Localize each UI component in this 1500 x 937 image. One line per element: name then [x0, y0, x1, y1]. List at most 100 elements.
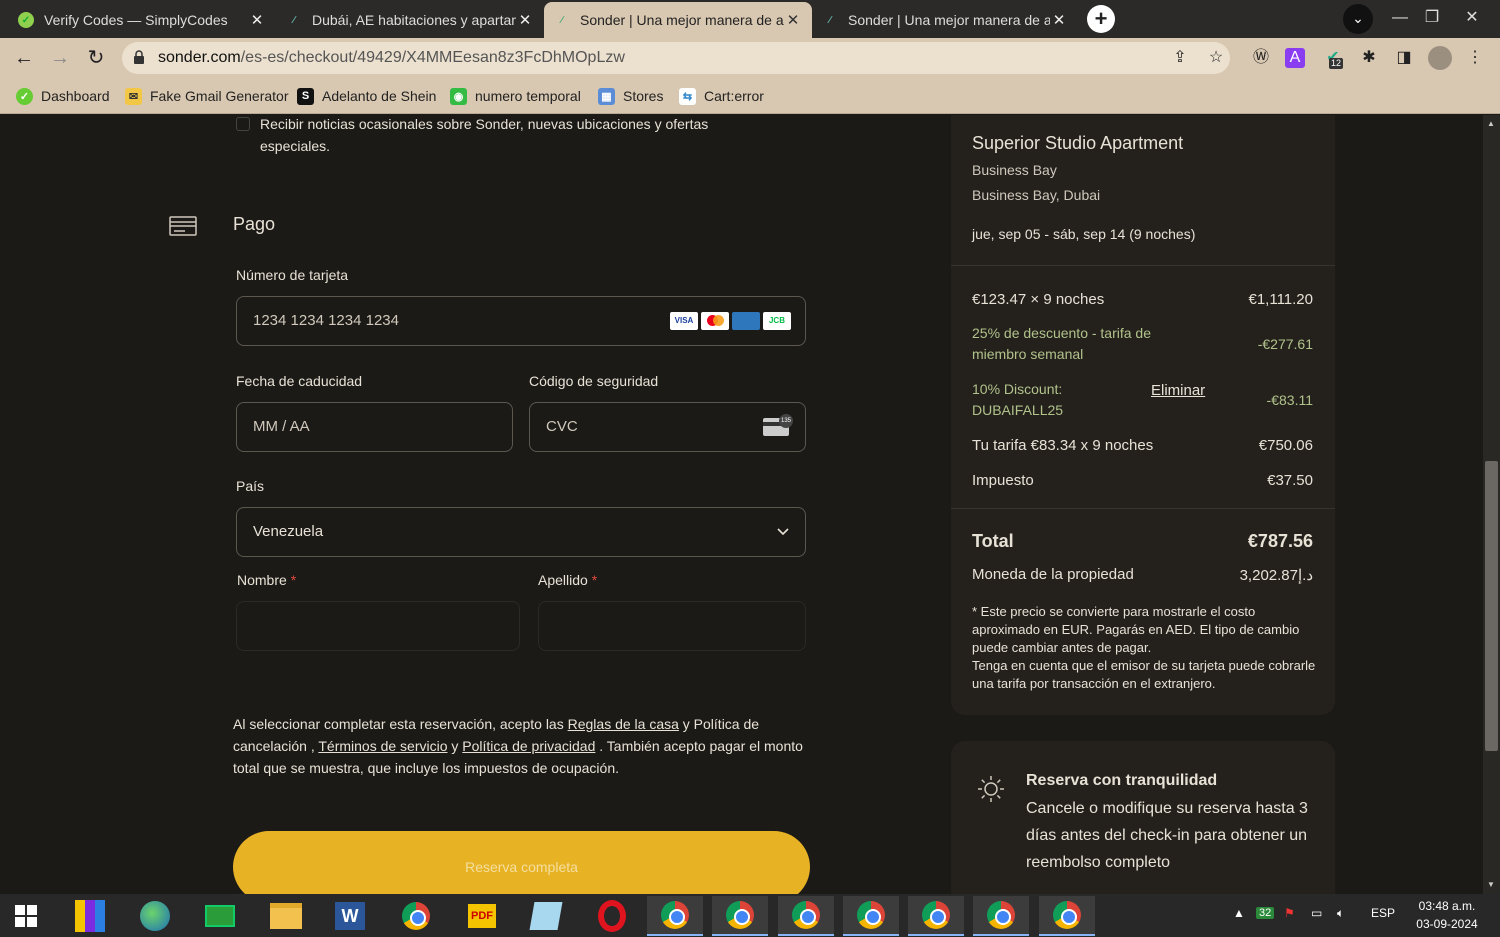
rate-row: Tu tarifa €83.34 x 9 noches €750.06: [972, 437, 1313, 454]
country-select[interactable]: Venezuela: [236, 507, 806, 557]
close-window-icon[interactable]: ✕: [1452, 0, 1492, 38]
tab-simplycodes[interactable]: ✓ Verify Codes — SimplyCodes ✕: [8, 2, 276, 38]
bookmark-shein[interactable]: S Adelanto de Shein: [297, 85, 436, 107]
tab-sonder[interactable]: ∕ Sonder | Una mejor manera de al ✕: [812, 2, 1078, 38]
browser-toolbar: ← → ↻ sonder.com/es-es/checkout/49429/X4…: [0, 38, 1500, 78]
chrome-window-3[interactable]: [778, 896, 834, 936]
extensions-puzzle-icon[interactable]: ✱: [1357, 46, 1381, 70]
remove-code-link[interactable]: Eliminar: [1151, 380, 1205, 401]
discount-row: 25% de descuento - tarifa de miembro sem…: [972, 325, 1313, 362]
order-summary: Superior Studio Apartment Business Bay B…: [951, 115, 1335, 715]
card-number-input[interactable]: 1234 1234 1234 1234 VISA JCB: [236, 296, 806, 346]
clock[interactable]: 03:48 a.m. 03-09-2024: [1409, 899, 1485, 931]
app-books-icon[interactable]: [62, 896, 118, 936]
close-icon[interactable]: ✕: [248, 11, 266, 29]
first-name-input[interactable]: [236, 601, 520, 651]
pdf-icon[interactable]: PDF: [454, 896, 510, 936]
tab-sonder-active[interactable]: ∕ Sonder | Una mejor manera de al ✕: [544, 2, 812, 38]
house-rules-link[interactable]: Reglas de la casa: [568, 716, 679, 732]
cvc-input[interactable]: CVC 135: [529, 402, 806, 452]
word-icon[interactable]: W: [322, 896, 378, 936]
restore-icon[interactable]: ❐: [1414, 0, 1450, 38]
extension-badge: 12: [1329, 58, 1344, 69]
star-icon[interactable]: ☆: [1204, 46, 1228, 70]
file-explorer-icon[interactable]: [258, 896, 314, 936]
bookmark-cart-error[interactable]: ⇆ Cart:error: [679, 85, 764, 107]
bookmark-numero-temporal[interactable]: ◉ numero temporal: [450, 85, 581, 107]
windows-logo-icon: [15, 905, 37, 927]
card-number-label: Número de tarjeta: [236, 267, 349, 283]
terms-of-service-link[interactable]: Términos de servicio: [318, 738, 447, 754]
chrome-icon[interactable]: [388, 896, 444, 936]
network-icon[interactable]: ▭: [1311, 906, 1322, 920]
bookmark-stores[interactable]: ▦ Stores: [598, 85, 663, 107]
shein-icon: S: [297, 87, 314, 105]
side-panel-icon[interactable]: ◨: [1392, 46, 1416, 70]
close-icon[interactable]: ✕: [784, 11, 802, 29]
shield-extension-icon[interactable]: ✔12: [1321, 46, 1345, 70]
bookmark-dashboard[interactable]: ✓ Dashboard: [16, 85, 110, 107]
close-icon[interactable]: ✕: [1050, 11, 1068, 29]
tray-notification-badge[interactable]: 32: [1256, 907, 1275, 919]
address-bar[interactable]: sonder.com/es-es/checkout/49429/X4MMEesa…: [122, 42, 1230, 74]
tray-chevron-icon[interactable]: ▲: [1233, 906, 1245, 920]
nightly-row: €123.47 × 9 noches €1,111.20: [972, 291, 1313, 308]
back-icon[interactable]: ←: [11, 45, 37, 71]
extension-a-icon[interactable]: A: [1285, 48, 1305, 68]
page-scrollbar[interactable]: ▲ ▼: [1483, 115, 1500, 894]
app-globe-icon[interactable]: [127, 896, 183, 936]
notepad-icon[interactable]: [518, 896, 574, 936]
reload-icon[interactable]: ↻: [83, 45, 109, 71]
newsletter-checkbox[interactable]: [236, 117, 250, 131]
sun-icon: [978, 776, 1004, 802]
divider: [951, 265, 1335, 266]
stores-icon: ▦: [598, 87, 615, 105]
simplycodes-icon: ✓: [16, 87, 33, 105]
profile-avatar[interactable]: [1428, 46, 1452, 70]
wordpress-icon[interactable]: Ⓦ: [1249, 46, 1273, 70]
minimize-icon[interactable]: —: [1382, 0, 1418, 38]
last-name-label: Apellido *: [538, 572, 598, 588]
complete-booking-button[interactable]: Reserva completa: [233, 831, 810, 894]
tray-flag-icon[interactable]: ⚑: [1284, 906, 1295, 920]
property-location: Business Bay, Dubai: [972, 187, 1101, 203]
chrome-window-4[interactable]: [843, 896, 899, 936]
forward-icon[interactable]: →: [47, 45, 73, 71]
promo-code-row: 10% Discount: DUBAIFALL25 Eliminar -€83.11: [972, 380, 1313, 418]
scrollbar-thumb[interactable]: [1485, 461, 1498, 751]
tab-title: Sonder | Una mejor manera de al: [848, 12, 1050, 28]
last-name-input[interactable]: [538, 601, 806, 651]
menu-dots-icon[interactable]: ⋮: [1463, 46, 1487, 70]
windows-taskbar: W PDF ▲ 32 ⚑ ▭ 🔈︎ ESP 03:48 a.m. 03-09-2…: [0, 894, 1500, 937]
language-indicator[interactable]: ESP: [1371, 906, 1395, 920]
share-icon[interactable]: ⇪: [1168, 46, 1192, 70]
start-button[interactable]: [0, 896, 52, 936]
chrome-window-6[interactable]: [973, 896, 1029, 936]
country-label: País: [236, 478, 265, 494]
chrome-window-7[interactable]: [1039, 896, 1095, 936]
expiry-label: Fecha de caducidad: [236, 373, 363, 389]
new-tab-button[interactable]: +: [1087, 5, 1115, 33]
scroll-up-icon[interactable]: ▲: [1487, 119, 1495, 128]
privacy-policy-link[interactable]: Política de privacidad: [462, 738, 595, 754]
expiry-input[interactable]: MM / AA: [236, 402, 513, 452]
chrome-window-5[interactable]: [908, 896, 964, 936]
tab-title: Verify Codes — SimplyCodes: [44, 12, 228, 28]
card-brands: VISA JCB: [670, 312, 791, 330]
folder-icon: ✉: [125, 87, 142, 105]
property-name: Superior Studio Apartment: [972, 133, 1184, 153]
chrome-window-1[interactable]: [647, 896, 703, 936]
opera-icon[interactable]: [584, 896, 640, 936]
chrome-window-2[interactable]: [712, 896, 768, 936]
flexible-booking-card: Reserva con tranquilidad Cancele o modif…: [951, 741, 1335, 894]
tab-search-icon[interactable]: ⌄: [1343, 4, 1373, 34]
chevron-down-icon: [777, 528, 789, 536]
bookmark-fake-gmail[interactable]: ✉ Fake Gmail Generator: [125, 85, 289, 107]
volume-icon[interactable]: 🔈︎: [1337, 906, 1344, 921]
app-memory-icon[interactable]: [192, 896, 248, 936]
newsletter-label: Recibir noticias ocasionales sobre Sonde…: [260, 116, 709, 154]
scroll-down-icon[interactable]: ▼: [1487, 880, 1495, 889]
close-icon[interactable]: ✕: [516, 11, 534, 29]
tax-row: Impuesto €37.50: [972, 472, 1313, 489]
tab-dubai[interactable]: ∕ Dubái, AE habitaciones y apartam ✕: [276, 2, 544, 38]
